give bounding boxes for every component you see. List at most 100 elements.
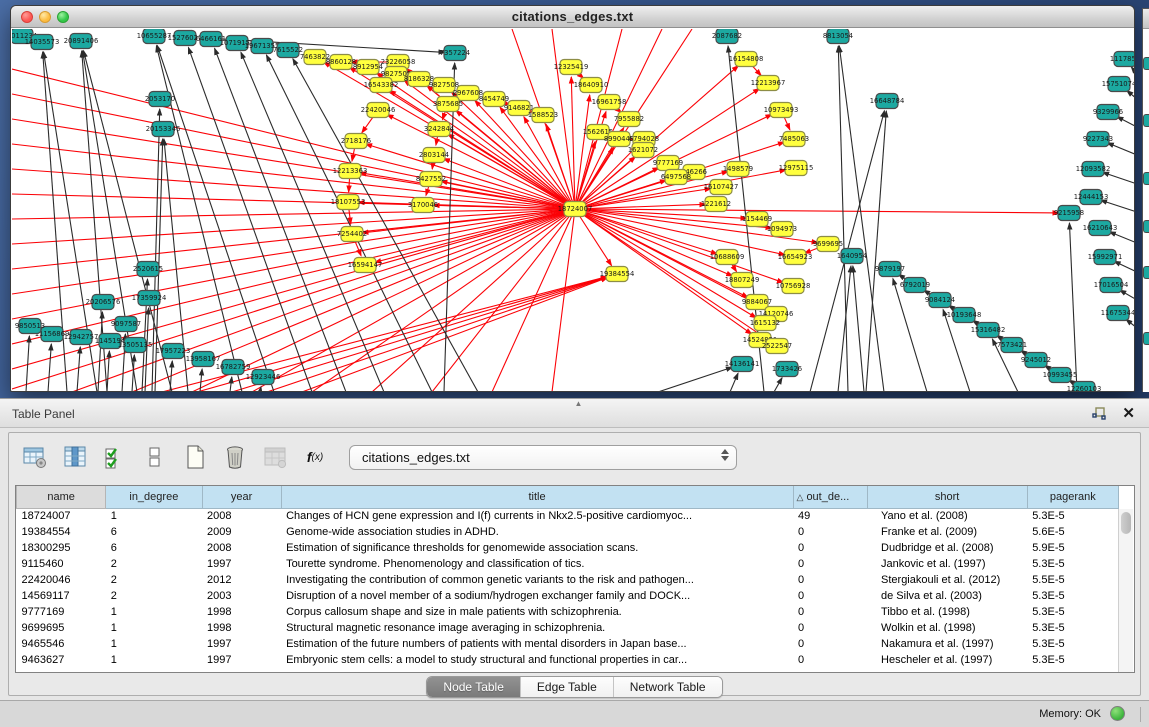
column-header-short[interactable]: short bbox=[867, 486, 1027, 508]
graph-node[interactable]: 12444153 bbox=[1074, 190, 1109, 205]
graph-node[interactable]: 9084124 bbox=[925, 293, 955, 308]
graph-node[interactable]: 9699695 bbox=[813, 237, 843, 252]
graph-node[interactable]: 17359924 bbox=[132, 291, 167, 306]
delete-table-icon[interactable] bbox=[221, 443, 249, 471]
graph-node[interactable]: 10193648 bbox=[947, 308, 982, 323]
graph-node[interactable]: 1221612 bbox=[701, 197, 731, 212]
table-source-dropdown[interactable]: citations_edges.txt bbox=[349, 445, 737, 470]
table-row[interactable]: 977716911998Corpus callosum shape and si… bbox=[17, 604, 1119, 620]
graph-node[interactable]: 2520615 bbox=[133, 262, 163, 277]
graph-node[interactable]: 1621072 bbox=[628, 143, 658, 158]
table-scrollbar[interactable] bbox=[1118, 509, 1133, 672]
graph-node[interactable]: 19384554 bbox=[600, 267, 635, 282]
graph-node[interactable]: 6497568 bbox=[661, 170, 691, 185]
column-header-title[interactable]: title bbox=[281, 486, 793, 508]
graph-node[interactable]: 3242844 bbox=[424, 122, 454, 137]
graph-node[interactable]: 7615522 bbox=[273, 43, 303, 58]
memory-status-indicator[interactable] bbox=[1110, 706, 1125, 721]
graph-node[interactable]: 8427552 bbox=[416, 172, 446, 187]
graph-node[interactable]: 15751074 bbox=[1102, 77, 1134, 92]
select-all-icon[interactable] bbox=[101, 443, 129, 471]
graph-node[interactable]: 7955882 bbox=[614, 112, 644, 127]
graph-node[interactable]: 20206576 bbox=[86, 295, 121, 310]
graph-node[interactable]: 12923446 bbox=[246, 370, 281, 385]
divider-collapse-handle-icon[interactable]: ▲ bbox=[575, 399, 583, 408]
graph-node[interactable]: 20153346 bbox=[146, 122, 181, 137]
graph-node[interactable]: 16107427 bbox=[704, 180, 739, 195]
show-columns-icon[interactable] bbox=[61, 443, 89, 471]
graph-node[interactable]: 16594147 bbox=[348, 258, 383, 273]
graph-node[interactable]: 1094973 bbox=[767, 222, 797, 237]
graph-node[interactable]: 16961758 bbox=[592, 95, 627, 110]
graph-node[interactable]: 1498579 bbox=[723, 162, 753, 177]
graph-node[interactable]: 2522547 bbox=[762, 339, 792, 354]
graph-node[interactable]: 10655287 bbox=[137, 29, 172, 44]
table-row[interactable]: 969969511998Structural magnetic resonanc… bbox=[17, 620, 1119, 636]
graph-node[interactable]: 17016504 bbox=[1094, 278, 1129, 293]
graph-node[interactable]: 12093582 bbox=[1076, 162, 1111, 177]
graph-node[interactable]: 8912954 bbox=[353, 60, 383, 75]
float-panel-icon[interactable] bbox=[1091, 406, 1107, 422]
graph-node[interactable]: 3170046 bbox=[408, 198, 438, 213]
graph-node[interactable]: 15316482 bbox=[971, 323, 1006, 338]
table-row[interactable]: 1830029562008Estimation of significance … bbox=[17, 540, 1119, 556]
graph-node[interactable]: 12260103 bbox=[1067, 382, 1102, 393]
column-header-in_degree[interactable]: in_degree bbox=[106, 486, 202, 508]
graph-node[interactable]: 9215958 bbox=[1054, 206, 1084, 221]
graph-node[interactable]: 22420046 bbox=[361, 103, 396, 118]
graph-node[interactable]: 9777169 bbox=[653, 156, 683, 171]
graph-node[interactable]: 18640910 bbox=[574, 78, 609, 93]
graph-node[interactable]: 3875685 bbox=[433, 97, 463, 112]
graph-node[interactable]: 8860128 bbox=[326, 55, 356, 70]
column-header-pagerank[interactable]: pagerank bbox=[1027, 486, 1118, 508]
tab-network-table[interactable]: Network Table bbox=[614, 677, 722, 697]
table-row[interactable]: 1872400712008Changes of HCN gene express… bbox=[17, 508, 1119, 524]
graph-node[interactable]: 10688609 bbox=[710, 250, 745, 265]
graph-node[interactable]: 7357224 bbox=[440, 46, 470, 61]
graph-node[interactable]: 16648784 bbox=[870, 94, 905, 109]
graph-node[interactable]: 7485063 bbox=[779, 132, 809, 147]
graph-node[interactable]: 12325419 bbox=[554, 60, 589, 75]
function-builder-icon[interactable]: f(x) bbox=[301, 443, 329, 471]
table-row[interactable]: 911546021997Tourette syndrome. Phenomeno… bbox=[17, 556, 1119, 572]
table-row[interactable]: 1456911722003Disruption of a novel membe… bbox=[17, 588, 1119, 604]
graph-node[interactable]: 9850513 bbox=[15, 319, 45, 334]
tab-edge-table[interactable]: Edge Table bbox=[521, 677, 614, 697]
table-scrollbar-thumb[interactable] bbox=[1121, 512, 1131, 534]
column-header-out_de[interactable]: △out_de... bbox=[793, 486, 867, 508]
table-options-icon[interactable] bbox=[21, 443, 49, 471]
column-header-name[interactable]: name bbox=[17, 486, 106, 508]
tab-node-table[interactable]: Node Table bbox=[427, 677, 521, 697]
graph-node[interactable]: 9245012 bbox=[1021, 353, 1051, 368]
graph-node[interactable]: 1588523 bbox=[528, 108, 558, 123]
graph-node[interactable]: 9227343 bbox=[1083, 132, 1113, 147]
graph-node[interactable]: 12975115 bbox=[779, 161, 814, 176]
graph-node[interactable]: 2803144 bbox=[419, 148, 449, 163]
graph-node[interactable]: 10993455 bbox=[1043, 368, 1078, 383]
window-titlebar[interactable]: citations_edges.txt bbox=[11, 6, 1134, 28]
deselect-all-icon[interactable] bbox=[141, 443, 169, 471]
graph-node[interactable]: 2087682 bbox=[712, 29, 742, 44]
network-canvas[interactable]: 1872400774638228860128891295423226058982… bbox=[12, 29, 1134, 392]
graph-node[interactable]: 2053170 bbox=[145, 92, 175, 107]
graph-node[interactable]: 1733426 bbox=[772, 362, 802, 377]
graph-node[interactable]: 8813054 bbox=[823, 29, 853, 44]
graph-node[interactable]: 16154808 bbox=[729, 52, 764, 67]
table-row[interactable]: 946554611997Estimation of the future num… bbox=[17, 636, 1119, 652]
graph-node[interactable]: 9879197 bbox=[875, 262, 905, 277]
table-row[interactable]: 2242004622012Investigating the contribut… bbox=[17, 572, 1119, 588]
graph-node[interactable]: 9329966 bbox=[1093, 105, 1123, 120]
graph-node[interactable]: 1615132 bbox=[750, 316, 780, 331]
graph-node[interactable]: 12213967 bbox=[751, 76, 786, 91]
graph-node[interactable]: 10756928 bbox=[776, 279, 811, 294]
graph-node[interactable]: 6792019 bbox=[900, 278, 930, 293]
graph-node[interactable]: 1640954 bbox=[837, 249, 867, 264]
graph-node[interactable]: 7254402 bbox=[337, 227, 367, 242]
graph-node[interactable]: 2718176 bbox=[341, 134, 371, 149]
graph-node[interactable]: 7573421 bbox=[997, 338, 1027, 353]
graph-node[interactable]: 14136141 bbox=[725, 357, 760, 372]
graph-node[interactable]: 9097587 bbox=[111, 317, 141, 332]
graph-node[interactable]: 11675344 bbox=[1101, 306, 1134, 321]
graph-node[interactable]: 20891406 bbox=[64, 34, 99, 49]
table-row[interactable]: 946362711997Embryonic stem cells: a mode… bbox=[17, 652, 1119, 668]
